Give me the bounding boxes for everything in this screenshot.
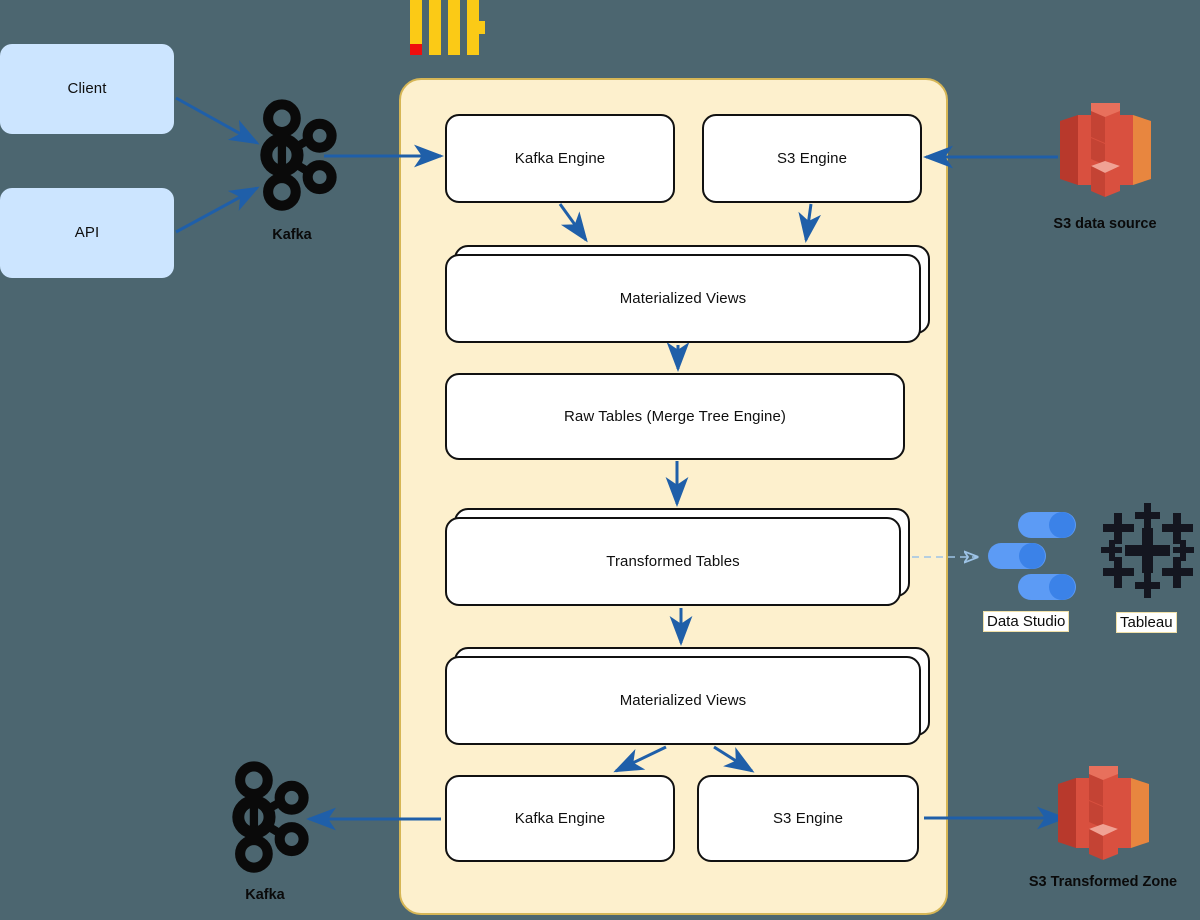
clickhouse-logo-bars: [410, 0, 485, 55]
clickhouse-logo-dot: [474, 21, 485, 34]
kafka-out-caption: Kafka: [245, 887, 285, 903]
kafka-in-caption: Kafka: [272, 227, 312, 243]
clickhouse-logo: [410, 0, 485, 55]
clickhouse-logo-accent: [410, 44, 422, 55]
diagram-canvas: Client API Kafka Engine S3 Engine Materi…: [0, 0, 1200, 920]
s3-transformed-zone-caption: S3 Transformed Zone: [1028, 874, 1178, 890]
data-studio-caption: Data Studio: [983, 611, 1070, 632]
s3-data-source-caption: S3 data source: [1053, 216, 1157, 232]
tableau-caption: Tableau: [1116, 612, 1177, 633]
